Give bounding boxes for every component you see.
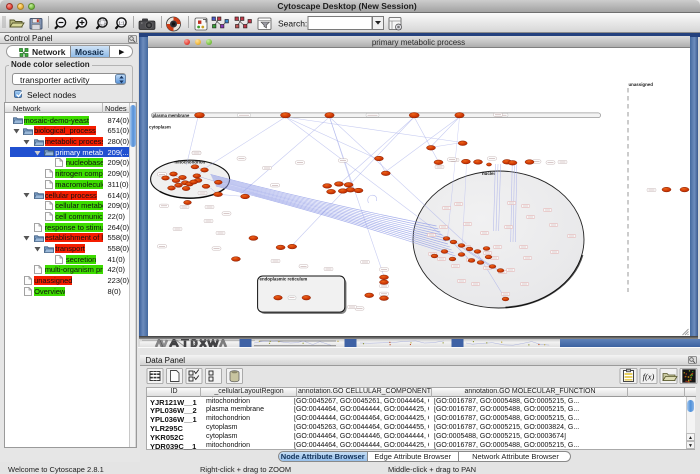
svg-text:nuclei: nuclei [482,171,495,176]
svg-text:mitochondrion: mitochondrion [174,160,205,165]
svg-text:endoplasmic reticulum: endoplasmic reticulum [259,276,307,281]
svg-text:cytoplasm: cytoplasm [149,125,171,130]
svg-text:plasma membrane: plasma membrane [152,113,189,118]
svg-text:Search:: Search: [278,18,307,28]
svg-text:unassigned: unassigned [628,82,653,87]
svg-text:1:1: 1:1 [118,20,125,25]
svg-text:f(x): f(x) [643,372,655,382]
